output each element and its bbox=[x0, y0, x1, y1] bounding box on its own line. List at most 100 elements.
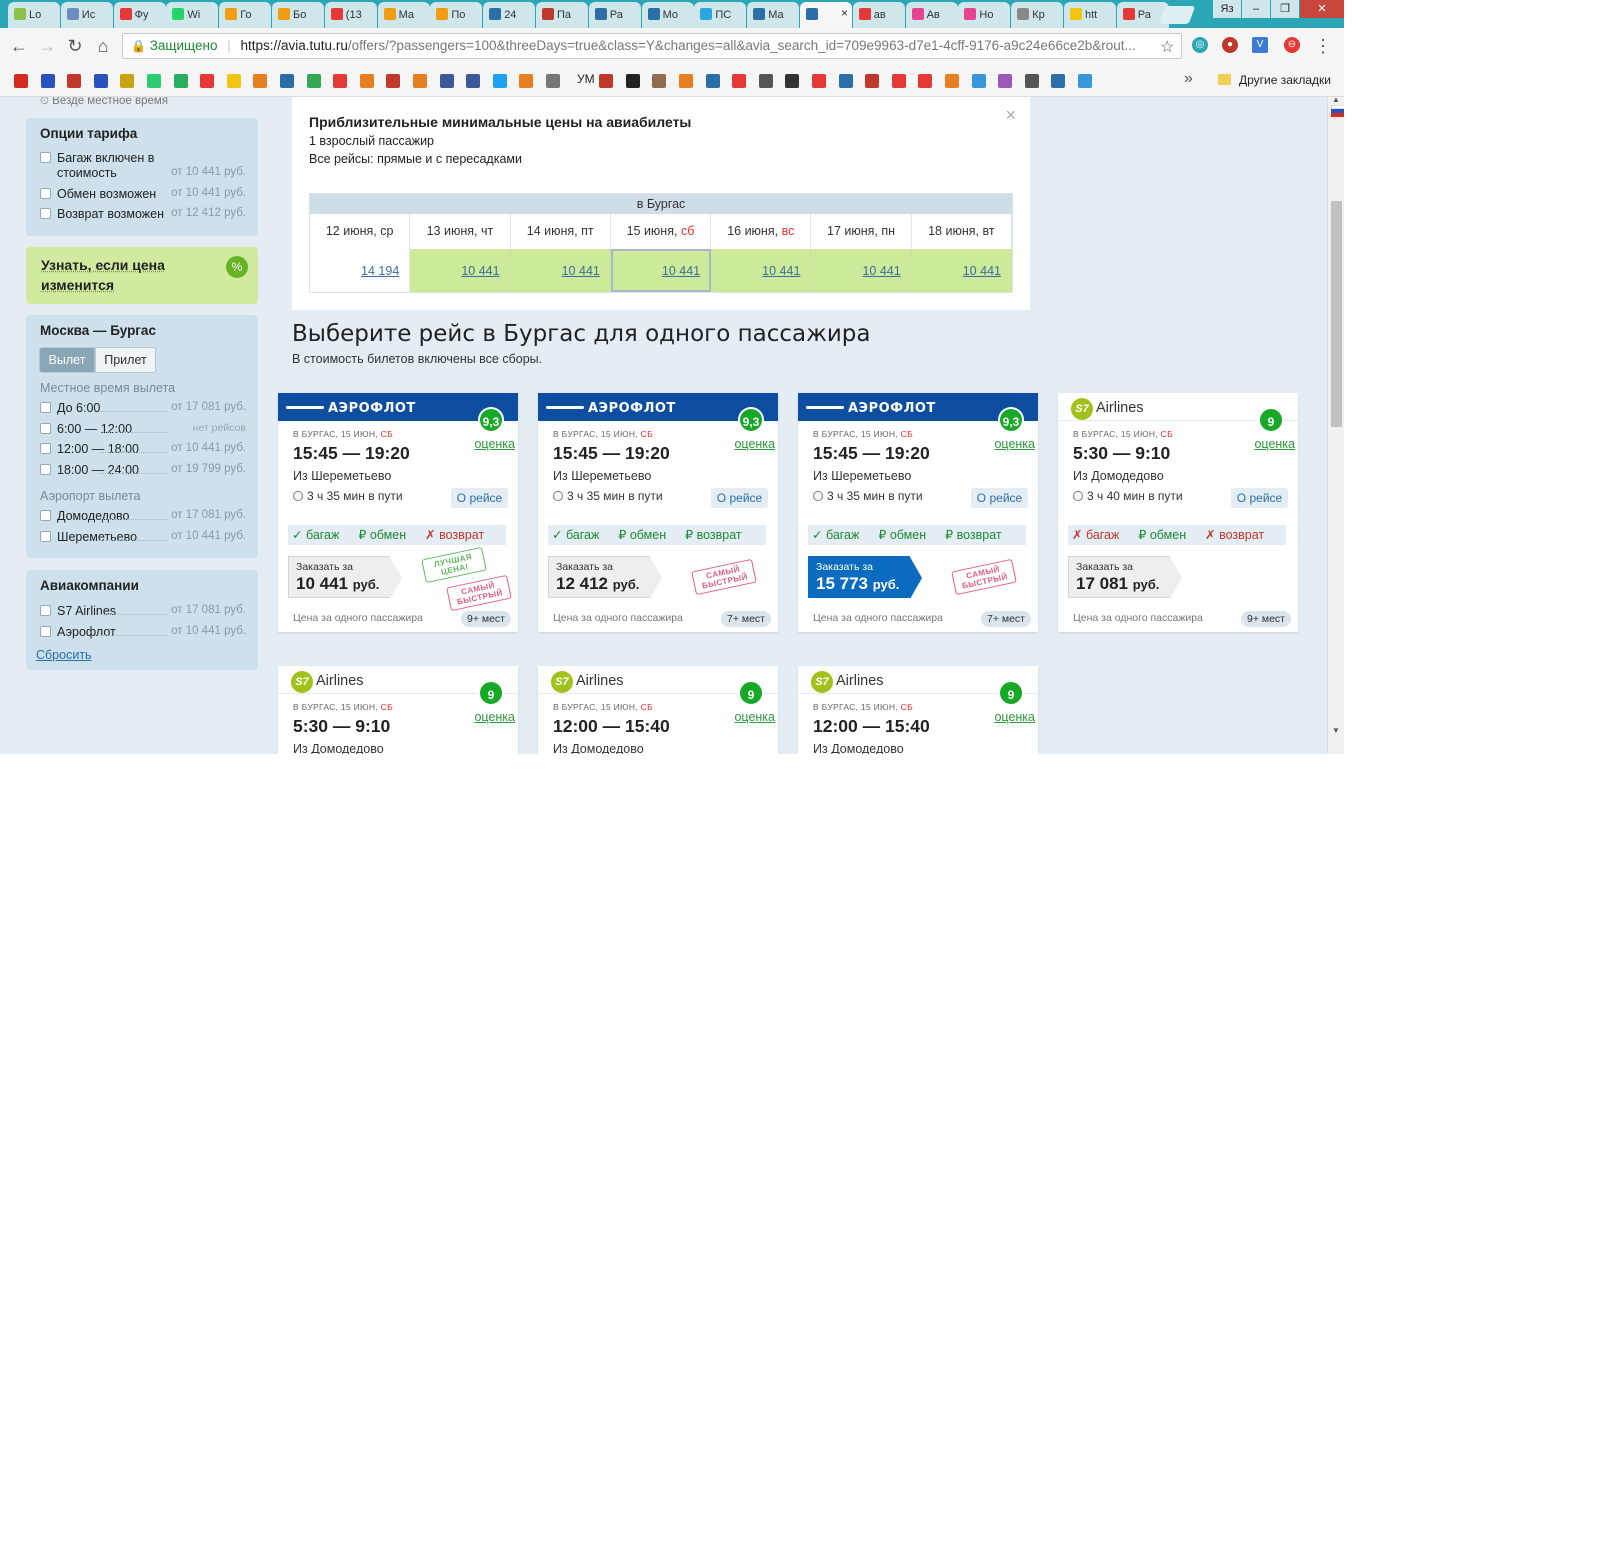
airport-option[interactable]: Домодедово от 17 081 руб. bbox=[40, 509, 246, 523]
browser-tab[interactable]: ПС bbox=[694, 2, 747, 28]
book-button[interactable]: Заказать за 15 773 руб. bbox=[808, 556, 922, 599]
browser-tab[interactable]: Кр bbox=[1011, 2, 1064, 28]
rating-link[interactable]: оценка bbox=[474, 710, 515, 724]
browser-tab[interactable]: 24 bbox=[483, 2, 536, 28]
bookmark-icon[interactable] bbox=[200, 74, 215, 88]
bookmark-icon[interactable] bbox=[492, 74, 507, 88]
bookmark-icon[interactable] bbox=[971, 74, 986, 88]
home-icon[interactable]: ⌂ bbox=[92, 36, 114, 57]
rating-link[interactable]: оценка bbox=[474, 437, 515, 451]
bookmark-icon[interactable] bbox=[93, 74, 108, 88]
bookmarks-more-icon[interactable]: » bbox=[1184, 70, 1193, 88]
time-option[interactable]: До 6:00 от 17 081 руб. bbox=[40, 401, 246, 415]
bookmark-icon[interactable] bbox=[705, 74, 720, 88]
bookmark-icon[interactable] bbox=[67, 74, 82, 88]
time-option[interactable]: 12:00 — 18:00 от 10 441 руб. bbox=[40, 442, 246, 456]
scrollbar-thumb[interactable] bbox=[1331, 201, 1342, 427]
bookmark-icon[interactable] bbox=[306, 74, 321, 88]
airport-option[interactable]: Шереметьево от 10 441 руб. bbox=[40, 530, 246, 544]
extension-icon[interactable]: V bbox=[1252, 37, 1268, 53]
bookmark-icon[interactable] bbox=[413, 74, 427, 88]
bookmark-icon[interactable] bbox=[812, 74, 826, 88]
bookmark-icon[interactable] bbox=[998, 74, 1013, 88]
scrollbar[interactable]: ▲ ▼ bbox=[1327, 97, 1344, 754]
browser-tab[interactable]: Но bbox=[958, 2, 1011, 28]
rating-link[interactable]: оценка bbox=[1254, 437, 1295, 451]
flight-details-button[interactable]: О рейсе bbox=[451, 488, 508, 508]
reset-filters-link[interactable]: Сбросить bbox=[36, 648, 92, 662]
bookmark-star-icon[interactable]: ☆ bbox=[1160, 37, 1174, 57]
bookmark-icon[interactable] bbox=[865, 74, 880, 88]
flight-details-button[interactable]: О рейсе bbox=[1231, 488, 1288, 508]
flight-card[interactable]: АЭРОФЛОТ 9,3 оценка В БУРГАС, 15 ИЮН, СБ 15:… bbox=[538, 393, 778, 632]
airline-option[interactable]: S7 Airlines от 17 081 руб. bbox=[40, 604, 246, 618]
rating-link[interactable]: оценка bbox=[994, 710, 1035, 724]
minimize-icon[interactable]: – bbox=[1242, 0, 1270, 18]
bookmark-icon[interactable] bbox=[14, 74, 28, 88]
checkbox[interactable] bbox=[40, 510, 51, 521]
reload-icon[interactable]: ↻ bbox=[64, 36, 86, 57]
bookmark-icon[interactable] bbox=[466, 74, 481, 88]
close-window-icon[interactable]: ✕ bbox=[1300, 0, 1344, 18]
flight-card[interactable]: S7 Airlines 9 оценка В БУРГАС, 15 ИЮН, СБ 12:… bbox=[538, 666, 778, 754]
rating-link[interactable]: оценка bbox=[994, 437, 1035, 451]
bookmark-icon[interactable] bbox=[838, 74, 853, 88]
flight-details-button[interactable]: О рейсе bbox=[711, 488, 768, 508]
checkbox[interactable] bbox=[40, 443, 51, 454]
bookmark-icon[interactable] bbox=[386, 74, 401, 88]
browser-tab[interactable]: Wi bbox=[166, 2, 219, 28]
bookmark-icon[interactable] bbox=[679, 74, 693, 88]
bookmark-um[interactable]: УМ bbox=[577, 72, 595, 86]
browser-tab[interactable]: × bbox=[800, 2, 852, 28]
time-option[interactable]: 6:00 — 12:00 нет рейсов bbox=[40, 422, 246, 436]
tariff-option[interactable]: Возврат возможен от 12 412 руб. bbox=[40, 207, 246, 221]
browser-tab[interactable]: Ма bbox=[747, 2, 800, 28]
bookmark-icon[interactable] bbox=[40, 74, 55, 88]
bookmark-icon[interactable] bbox=[625, 74, 640, 88]
browser-tab[interactable]: Ра bbox=[588, 2, 641, 28]
checkbox[interactable] bbox=[40, 188, 51, 199]
bookmark-icon[interactable] bbox=[333, 74, 348, 88]
tab-close-icon[interactable]: × bbox=[841, 6, 848, 20]
flight-card[interactable]: S7 Airlines 9 оценка В БУРГАС, 15 ИЮН, СБ 12:… bbox=[798, 666, 1038, 754]
airline-option[interactable]: Аэрофлот от 10 441 руб. bbox=[40, 625, 246, 639]
new-tab-button[interactable] bbox=[1158, 6, 1196, 24]
browser-tab[interactable]: Бо bbox=[272, 2, 324, 28]
toggle-departure[interactable]: Вылет bbox=[39, 347, 95, 373]
browser-tab[interactable]: Фу bbox=[113, 2, 166, 28]
extension-icon[interactable]: ⊖ bbox=[1284, 37, 1300, 53]
calendar-price-link[interactable]: 14 194 bbox=[310, 249, 411, 292]
bookmark-icon[interactable] bbox=[226, 74, 241, 88]
flight-card[interactable]: АЭРОФЛОТ 9,3 оценка В БУРГАС, 15 ИЮН, СБ 15:… bbox=[278, 393, 518, 632]
flight-card[interactable]: АЭРОФЛОТ 9,3 оценка В БУРГАС, 15 ИЮН, СБ 15:… bbox=[798, 393, 1038, 632]
browser-tab[interactable]: ав bbox=[852, 2, 905, 28]
other-bookmarks[interactable]: Другие закладки bbox=[1218, 73, 1331, 87]
bookmark-icon[interactable] bbox=[732, 74, 747, 88]
price-alert-panel[interactable]: Узнать, если цена изменится % bbox=[26, 247, 258, 304]
bookmark-icon[interactable] bbox=[891, 74, 906, 88]
toggle-arrival[interactable]: Прилет bbox=[95, 347, 156, 373]
browser-tab[interactable]: Го bbox=[219, 2, 272, 28]
browser-tab[interactable]: Ав bbox=[905, 2, 958, 28]
bookmark-icon[interactable] bbox=[439, 74, 454, 88]
checkbox[interactable] bbox=[40, 152, 51, 163]
calendar-price-link[interactable]: 10 441 bbox=[911, 249, 1012, 292]
bookmark-icon[interactable] bbox=[918, 74, 933, 88]
bookmark-icon[interactable] bbox=[599, 74, 614, 88]
calendar-price-link[interactable]: 10 441 bbox=[610, 249, 712, 292]
scroll-down-icon[interactable]: ▼ bbox=[1332, 726, 1340, 735]
rating-link[interactable]: оценка bbox=[734, 437, 775, 451]
bookmark-icon[interactable] bbox=[758, 74, 773, 88]
checkbox[interactable] bbox=[40, 208, 51, 219]
url-input[interactable]: 🔒 Защищено | https://avia.tutu.ru/offers… bbox=[122, 33, 1182, 59]
bookmark-icon[interactable] bbox=[120, 74, 135, 88]
flight-card[interactable]: S7 Airlines 9 оценка В БУРГАС, 15 ИЮН, СБ 5:3… bbox=[1058, 393, 1298, 632]
bookmark-icon[interactable] bbox=[945, 74, 959, 88]
forward-icon[interactable]: → bbox=[36, 36, 58, 57]
bookmark-icon[interactable] bbox=[519, 74, 534, 88]
maximize-icon[interactable]: ❐ bbox=[1271, 0, 1299, 18]
time-option[interactable]: 18:00 — 24:00 от 19 799 руб. bbox=[40, 463, 246, 477]
browser-tab[interactable]: (13 bbox=[324, 2, 377, 28]
browser-tab[interactable]: Ис bbox=[60, 2, 113, 28]
browser-tab[interactable]: Мо bbox=[641, 2, 694, 28]
